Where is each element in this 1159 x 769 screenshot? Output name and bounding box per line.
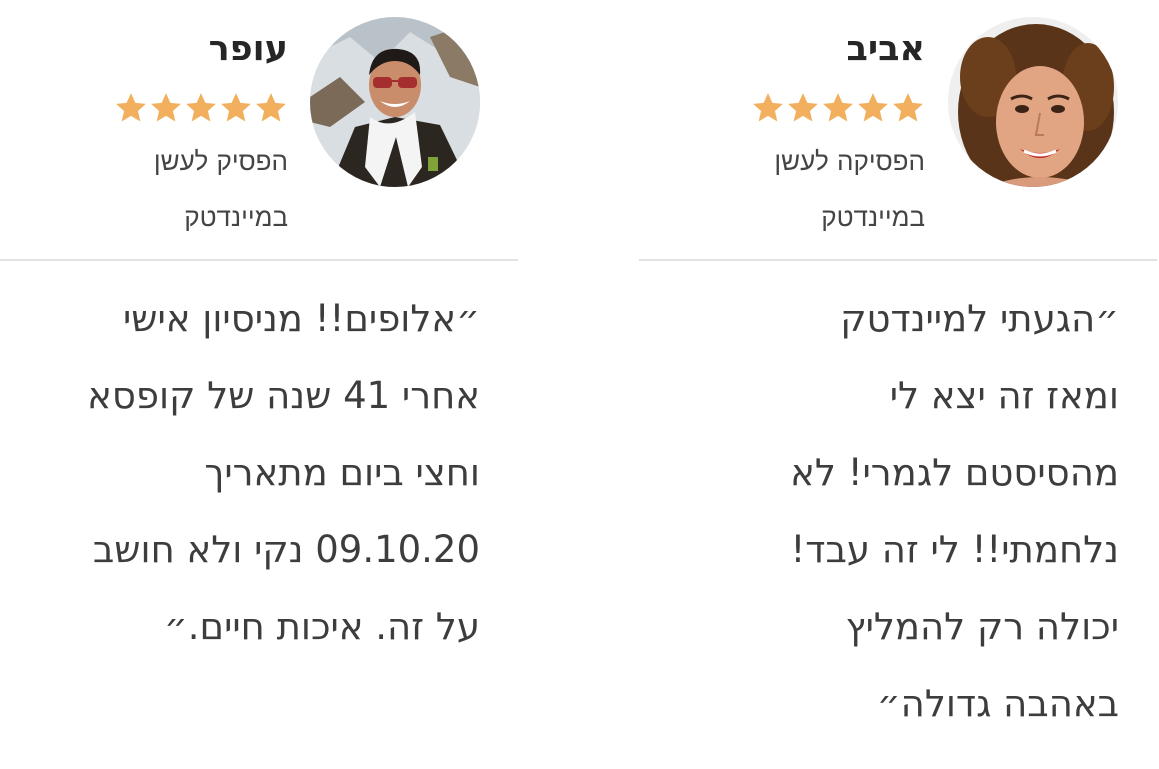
reviewer-subtitle-line2: במיינדטק <box>184 203 288 233</box>
star-icon <box>151 93 181 122</box>
reviewer-info: אביב הפסיקה לעשן במיינדטק <box>751 22 925 246</box>
testimonial-card-aviv: אביב הפסיקה לעשן במיינדטק ״הגעתי למיינדט… <box>639 0 1157 769</box>
star-icon <box>823 93 853 122</box>
quote-line: וחצי ביום מתאריך <box>204 451 480 494</box>
testimonial-quote: ״אלופים!! מניסיון אישי אחרי 41 שנה של קו… <box>10 280 480 665</box>
reviewer-info: עופר הפסיק לעשן במיינדטק <box>114 22 288 246</box>
star-rating <box>114 82 288 134</box>
quote-line: נלחמתי!! לי זה עבד! <box>790 528 1119 571</box>
star-rating <box>751 82 925 134</box>
star-icon <box>256 93 286 122</box>
reviewer-subtitle-line1: הפסיק לעשן <box>153 147 288 177</box>
divider <box>0 259 518 261</box>
woman-portrait-icon <box>948 17 1118 187</box>
quote-line: ומאז זה יצא לי <box>889 374 1119 417</box>
star-icon <box>221 93 251 122</box>
quote-line: על זה. איכות חיים.״ <box>163 605 480 648</box>
avatar <box>948 17 1118 187</box>
divider <box>639 259 1157 261</box>
reviewer-subtitle-line2: במיינדטק <box>821 203 925 233</box>
quote-line: ״הגעתי למיינדטק <box>840 297 1119 340</box>
avatar <box>310 17 480 187</box>
testimonial-quote: ״הגעתי למיינדטק ומאז זה יצא לי מהסיסטם ל… <box>649 280 1119 742</box>
star-icon <box>858 93 888 122</box>
quote-line: ״אלופים!! מניסיון אישי <box>123 297 480 340</box>
quote-line: אחרי 41 שנה של קופסא <box>87 374 480 417</box>
quote-line: 09.10.20 נקי ולא חושב <box>92 528 480 571</box>
star-icon <box>893 93 923 122</box>
quote-line: מהסיסטם לגמרי! לא <box>790 451 1119 494</box>
testimonial-card-ofer: עופר הפסיק לעשן במיינדטק ״אלופים!! מניסי… <box>0 0 518 769</box>
star-icon <box>186 93 216 122</box>
star-icon <box>753 93 783 122</box>
reviewer-name: אביב <box>846 29 925 69</box>
quote-line: יכולה רק להמליץ <box>845 605 1119 648</box>
reviewer-name: עופר <box>208 29 288 69</box>
quote-line: באהבה גדולה״ <box>876 682 1119 725</box>
star-icon <box>116 93 146 122</box>
man-portrait-icon <box>310 17 480 187</box>
reviewer-subtitle-line1: הפסיקה לעשן <box>774 147 925 177</box>
star-icon <box>788 93 818 122</box>
